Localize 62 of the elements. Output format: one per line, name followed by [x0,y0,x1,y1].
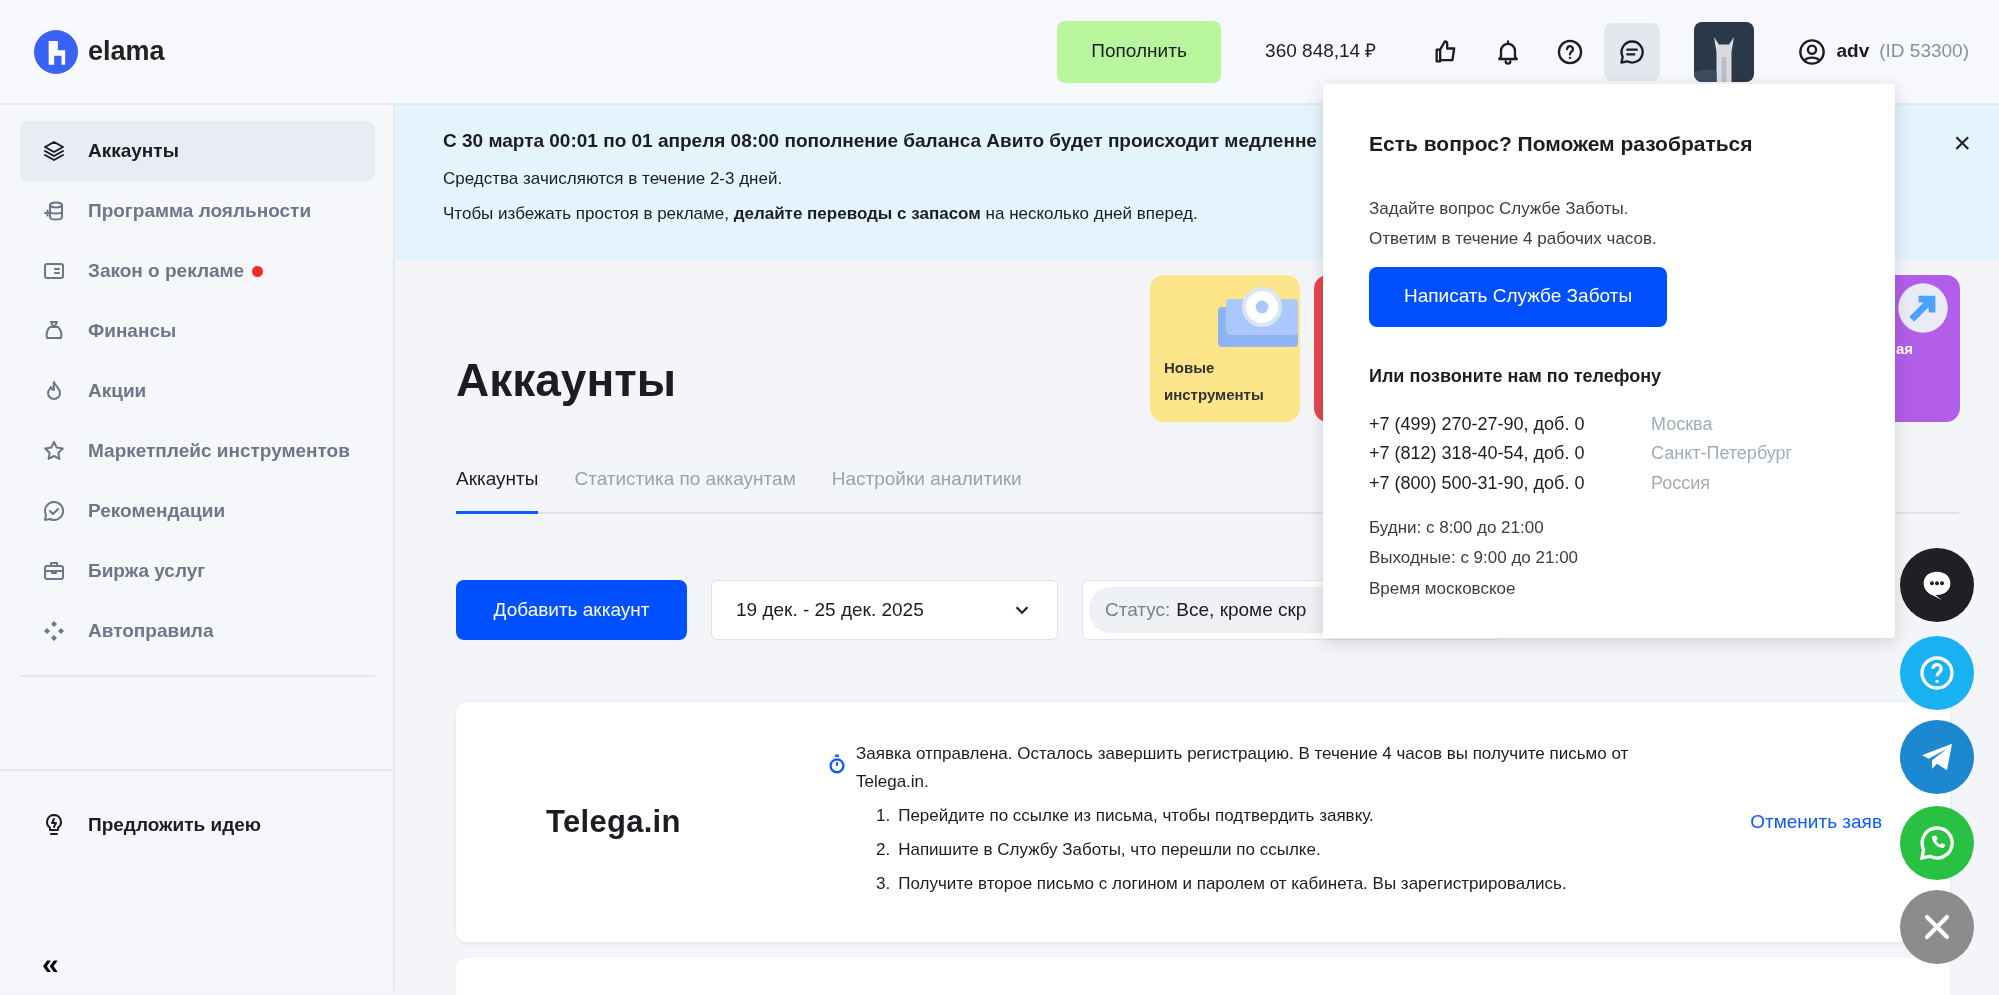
banner-title: С 30 марта 00:01 по 01 апреля 08:00 пополнение баланса Авито будет происходит медленне [443,129,1317,153]
page-title: Аккаунты [456,353,677,408]
sidebar-item[interactable]: Финансы [20,301,375,361]
step-text: Напишите в Службу Заботы, что перешли по ссылке. [898,839,1321,861]
status-label: Статус: [1105,597,1171,622]
popup-title: Есть вопрос? Поможем разобраться [1369,131,1754,157]
tab[interactable]: Аккаунты [456,461,539,514]
date-range-dropdown[interactable]: 19 дек. - 25 дек. 2025 [711,580,1058,640]
banner-text: Средства зачисляются в течение 2-3 дней. [443,167,783,190]
hours-text: Выходные: с 9:00 до 21:00 [1369,547,1580,570]
sidebar-item-label: Биржа услуг [88,558,206,583]
popup-text: Ответим в течение 4 рабочих часов. [1369,228,1658,251]
sidebar-item[interactable]: Биржа услуг [20,541,375,601]
sidebar-item-label: Маркетплейс инструментов [88,438,350,463]
sidebar-item-label: Закон о рекламе [88,258,245,283]
notice-text: Заявка отправлена. Осталось завершить регистрацию. В течение 4 часов вы получите письмо от Telega.in. [856,742,1630,793]
promo-card-label: Новые инструменты [1164,358,1265,405]
suggest-idea-link[interactable]: Предложить идею [20,795,375,855]
phone-heading: Или позвоните нам по телефону [1369,364,1663,388]
sidebar-item[interactable]: Автоправила [20,601,375,661]
promo-card[interactable]: Новые инструменты [1150,275,1300,422]
sidebar-item-label: Аккаунты [88,138,179,163]
sidebar-item-label: Рекомендации [88,498,226,523]
sidebar-item[interactable]: Аккаунты [20,121,375,181]
step-number: 1. [876,804,891,827]
sidebar-item-label: Программа лояльности [88,198,312,223]
phone-number: +7 (499) 270-27-90, доб. 0 [1369,412,1586,436]
sidebar-item[interactable]: Рекомендации [20,481,375,541]
city-label: Москва [1651,412,1713,436]
sidebar-item-label: Автоправила [88,618,214,643]
city-label: Россия [1651,472,1711,496]
phone-number: +7 (800) 500-31-90, доб. 0 [1369,472,1586,496]
city-label: Санкт-Петербург [1651,442,1793,466]
step-number: 2. [876,839,891,861]
popup-text: Задайте вопрос Службе Заботы. [1369,197,1630,220]
topup-button[interactable]: Пополнить [1057,20,1222,83]
sidebar-item[interactable]: Программа лояльности [20,181,375,241]
step-text: Получите второе письмо с логином и паролем от кабинета. Вы зарегистрировались. [898,873,1567,896]
sidebar-item-label: Финансы [88,318,177,343]
date-range-value: 19 дек. - 25 дек. 2025 [736,597,924,622]
sidebar-item[interactable]: Закон о рекламе [20,241,375,301]
status-value: Все, кроме скр [1176,597,1307,622]
collapse-button[interactable]: « [20,949,375,979]
logo-text: elama [88,35,165,69]
step-number: 3. [876,873,891,896]
phone-number: +7 (812) 318-40-54, доб. 0 [1369,442,1586,466]
cancel-link[interactable]: Отменить заяв [1750,807,1882,837]
user-id: (ID 53300) [1879,39,1969,64]
add-account-button[interactable]: Добавить аккаунт [456,580,687,640]
user-name[interactable]: adv [1836,37,1870,66]
step-text: Перейдите по ссылке из письма, чтобы подтвердить заявку. [898,804,1374,827]
hours-text: Будни: с 8:00 до 21:00 [1369,516,1545,539]
sidebar-item[interactable]: Маркетплейс инструментов [20,421,375,481]
suggest-idea-label: Предложить идею [88,812,261,837]
write-support-button[interactable]: Написать Службе Заботы [1369,266,1667,327]
promo-card-label: ая [1896,339,1914,359]
close-button[interactable]: × [1947,127,1977,159]
sidebar-item-label: Акции [88,378,147,403]
banner-text: Чтобы избежать простоя в рекламе, делайте переводы с запасом на несколько дней вперед. [443,203,1198,225]
balance-text: 360 848,14 ₽ [1265,39,1377,64]
sidebar-item[interactable]: Акции [20,361,375,421]
telega-logo: Telega.in [546,802,682,841]
